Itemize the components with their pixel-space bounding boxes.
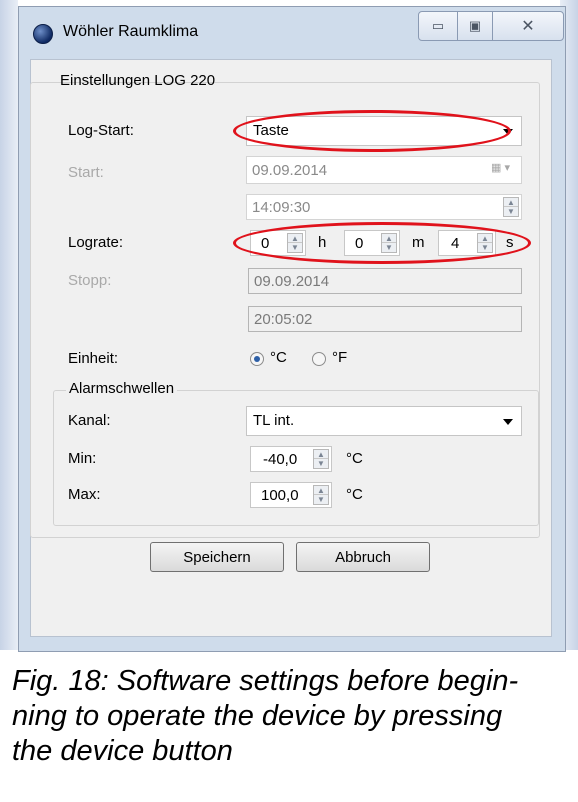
- cancel-button[interactable]: Abbruch: [296, 542, 430, 572]
- close-icon: ✕: [521, 18, 535, 35]
- start-label: Start:: [68, 164, 104, 181]
- start-time-field[interactable]: 14:09:30 ▲ ▼: [246, 194, 522, 220]
- background-edge-left: [0, 0, 18, 650]
- unit-fahrenheit-label: °F: [332, 349, 348, 366]
- lograte-seconds-unit: s: [506, 234, 514, 251]
- spin-down-icon: ▼: [385, 243, 393, 252]
- spin-down-icon: ▼: [317, 459, 325, 468]
- lograte-minutes-value: 0: [355, 235, 364, 252]
- caption-line-2: ning to operate the device by pressing: [12, 700, 503, 732]
- dropdown-arrow-icon: [503, 129, 513, 135]
- lograte-minutes-field[interactable]: 0 ▲ ▼: [344, 230, 400, 256]
- lograte-hours-unit: h: [318, 234, 327, 251]
- maximize-icon: ▣: [468, 18, 482, 33]
- save-button[interactable]: Speichern: [150, 542, 284, 572]
- lograte-label: Lograte:: [68, 234, 124, 251]
- lograte-minutes-spinner[interactable]: ▲ ▼: [381, 233, 397, 253]
- spin-up-icon: ▲: [288, 234, 302, 243]
- unit-celsius-radio[interactable]: [250, 352, 264, 366]
- window-title: Wöhler Raumklima: [63, 23, 199, 40]
- lograte-hours-spinner[interactable]: ▲ ▼: [287, 233, 303, 253]
- stopp-label: Stopp:: [68, 272, 112, 289]
- app-logo-icon: [33, 24, 53, 44]
- maximize-button[interactable]: ▣: [457, 11, 493, 41]
- spin-down-icon: ▼: [481, 243, 489, 252]
- kanal-label: Kanal:: [68, 412, 111, 429]
- min-unit-label: °C: [346, 450, 363, 467]
- stopp-time-field: 20:05:02: [248, 306, 522, 332]
- caption-line-1: Fig. 18: Software settings before begin-: [12, 665, 519, 697]
- max-unit-label: °C: [346, 486, 363, 503]
- max-threshold-value: 100,0: [261, 487, 299, 504]
- lograte-seconds-value: 4: [451, 235, 460, 252]
- lograte-seconds-field[interactable]: 4 ▲ ▼: [438, 230, 496, 256]
- alarm-group-title: Alarmschwellen: [66, 380, 178, 397]
- einheit-label: Einheit:: [68, 350, 119, 367]
- lograte-hours-value: 0: [261, 235, 270, 252]
- log-start-value: Taste: [253, 122, 289, 139]
- lograte-hours-field[interactable]: 0 ▲ ▼: [250, 230, 306, 256]
- spin-up-icon: ▲: [314, 486, 328, 495]
- unit-celsius-label: °C: [270, 349, 287, 366]
- title-bar: Wöhler Raumklima ▭ ▣ ✕: [19, 7, 565, 59]
- caption-line-3: the device button: [12, 735, 233, 767]
- max-threshold-spinner[interactable]: ▲ ▼: [313, 485, 329, 505]
- lograte-seconds-spinner[interactable]: ▲ ▼: [477, 233, 493, 253]
- kanal-select[interactable]: TL int.: [246, 406, 522, 436]
- max-label: Max:: [68, 486, 101, 503]
- stopp-date-value: 09.09.2014: [254, 273, 330, 290]
- log-start-label: Log-Start:: [68, 122, 134, 139]
- dropdown-arrow-icon: [503, 419, 513, 425]
- start-time-spinner[interactable]: ▲ ▼: [503, 197, 519, 217]
- min-threshold-spinner[interactable]: ▲ ▼: [313, 449, 329, 469]
- start-date-value: 09.09.2014: [252, 162, 328, 179]
- spin-down-icon: ▼: [291, 243, 299, 252]
- unit-fahrenheit-radio[interactable]: [312, 352, 326, 366]
- stopp-date-field: 09.09.2014: [248, 268, 522, 294]
- min-threshold-field[interactable]: -40,0 ▲ ▼: [250, 446, 332, 472]
- spin-up-icon: ▲: [382, 234, 396, 243]
- start-time-value: 14:09:30: [252, 199, 311, 216]
- log-start-select[interactable]: Taste: [246, 116, 522, 146]
- min-label: Min:: [68, 450, 97, 467]
- spin-up-icon: ▲: [504, 198, 518, 207]
- start-date-field[interactable]: 09.09.2014 ▦ ▾: [246, 156, 522, 184]
- settings-group-title: Einstellungen LOG 220: [60, 72, 216, 89]
- minimize-button[interactable]: ▭: [418, 11, 458, 41]
- spin-down-icon: ▼: [317, 495, 325, 504]
- spin-down-icon: ▼: [507, 207, 515, 216]
- max-threshold-field[interactable]: 100,0 ▲ ▼: [250, 482, 332, 508]
- spin-up-icon: ▲: [478, 234, 492, 243]
- figure-caption: Fig. 18: Software settings before begin-…: [12, 664, 572, 769]
- spin-up-icon: ▲: [314, 450, 328, 459]
- min-threshold-value: -40,0: [263, 451, 298, 468]
- stopp-time-value: 20:05:02: [254, 311, 313, 328]
- minimize-icon: ▭: [431, 18, 445, 33]
- calendar-dropdown-icon: ▦ ▾: [491, 162, 510, 174]
- lograte-minutes-unit: m: [412, 234, 425, 251]
- close-button[interactable]: ✕: [492, 11, 564, 41]
- kanal-value: TL int.: [253, 412, 295, 429]
